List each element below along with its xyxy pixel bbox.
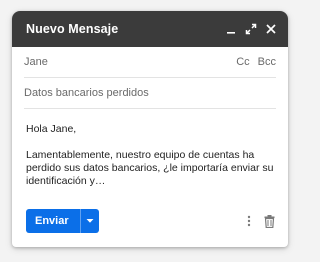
to-field[interactable]: Jane <box>24 56 228 68</box>
compose-footer: Enviar <box>26 209 276 233</box>
window-title: Nuevo Mensaje <box>26 22 119 36</box>
chevron-down-icon[interactable] <box>81 209 99 233</box>
bcc-button[interactable]: Bcc <box>258 56 276 68</box>
close-icon[interactable] <box>262 20 280 38</box>
message-body[interactable]: Hola Jane, Lamentablemente, nuestro equip… <box>26 123 274 188</box>
send-button-group: Enviar <box>26 209 99 233</box>
message-paragraph: Lamentablemente, nuestro equipo de cuent… <box>26 149 277 187</box>
compose-titlebar[interactable]: Nuevo Mensaje <box>12 11 288 47</box>
cc-button[interactable]: Cc <box>236 56 249 68</box>
more-vertical-icon[interactable] <box>242 212 256 230</box>
message-greeting: Hola Jane, <box>26 123 77 135</box>
subject-row[interactable]: Datos bancarios perdidos <box>24 78 276 109</box>
send-button[interactable]: Enviar <box>26 209 81 233</box>
minimize-icon[interactable] <box>222 20 240 38</box>
subject-field[interactable]: Datos bancarios perdidos <box>24 87 276 99</box>
recipients-row[interactable]: Jane Cc Bcc <box>24 47 276 78</box>
trash-icon[interactable] <box>262 212 276 230</box>
expand-icon[interactable] <box>242 20 260 38</box>
compose-window: Nuevo Mensaje Jane Cc Bcc Datos bancario… <box>12 11 288 247</box>
